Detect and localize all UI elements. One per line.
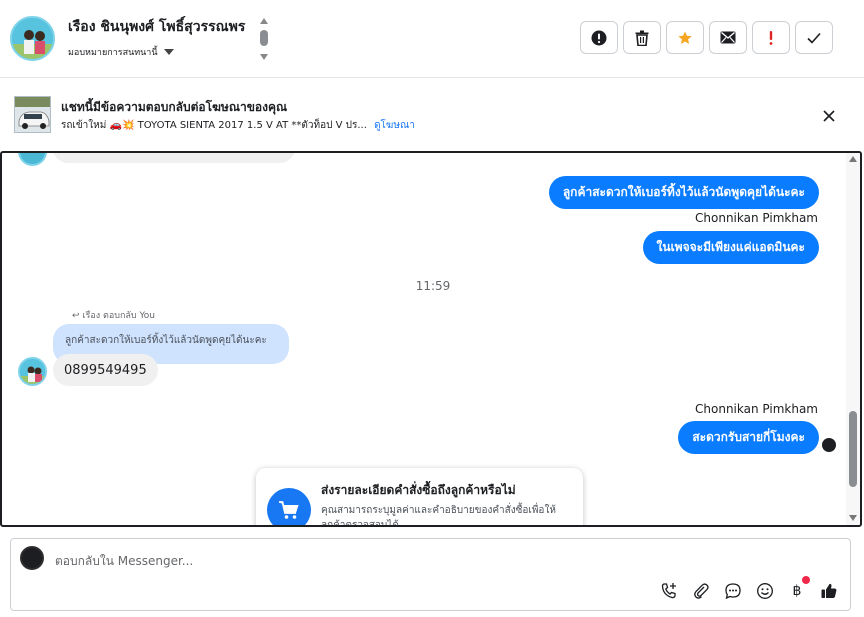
ad-banner-description: รถเข้าใหม่ 🚗💥 TOYOTA SIENTA 2017 1.5 V A… (61, 118, 415, 133)
reply-composer: ฿ (10, 538, 851, 611)
conversation-header: เรือง ชินนุพงศ์ โพธิ์สุวรรณพร มอบหมายการ… (0, 0, 864, 78)
caret-down-icon (163, 49, 174, 55)
payment-button[interactable]: ฿ (787, 576, 810, 601)
conversation-toolbar (580, 21, 833, 54)
previous-message-bubble (53, 153, 295, 163)
ad-description-text: รถเข้าใหม่ 🚗💥 TOYOTA SIENTA 2017 1.5 V A… (61, 120, 367, 131)
contact-avatar[interactable] (10, 16, 55, 61)
outgoing-message[interactable]: ลูกค้าสะดวกให้เบอร์ทิ้งไว้แล้วนัดพูดคุยไ… (548, 176, 819, 209)
trash-icon (635, 30, 649, 46)
page-avatar (20, 546, 44, 570)
outgoing-message[interactable]: ในเพจจะมีเพียงแค่แอดมินคะ (642, 231, 819, 264)
envelope-icon (720, 31, 736, 44)
add-call-button[interactable] (659, 581, 679, 601)
delete-button[interactable] (623, 21, 661, 54)
star-button[interactable] (666, 21, 704, 54)
scroll-thumb[interactable] (849, 411, 857, 487)
contact-avatar-small (18, 357, 47, 386)
scroll-down-icon[interactable] (260, 54, 268, 60)
paperclip-icon (694, 583, 709, 599)
exclamation-circle-icon (591, 30, 607, 45)
mark-done-button[interactable] (795, 21, 833, 54)
thread-scrollbar[interactable] (846, 153, 860, 525)
reply-indicator: ↩ เรือง ตอบกลับ You (72, 308, 155, 322)
seen-avatar-icon (822, 438, 836, 452)
close-icon (823, 110, 835, 122)
assign-label: มอบหมายการสนทนานี้ (68, 48, 158, 58)
thumbs-up-icon (821, 583, 837, 598)
order-suggestion-card[interactable]: ส่งรายละเอียดคำสั่งซื้อถึงลูกค้าหรือไม่ … (256, 468, 583, 527)
notification-dot (802, 576, 810, 584)
sender-name: Chonnikan Pimkham (695, 211, 818, 225)
star-icon (678, 30, 692, 44)
scroll-up-icon[interactable] (260, 18, 268, 24)
reply-indicator-text: เรือง ตอบกลับ You (82, 311, 156, 321)
assign-conversation-dropdown[interactable]: มอบหมายการสนทนานี้ (68, 45, 174, 59)
attach-file-button[interactable] (691, 581, 711, 601)
ad-thumbnail[interactable] (14, 96, 51, 133)
view-ad-link[interactable]: ดูโฆษณา (374, 120, 415, 131)
outgoing-message[interactable]: สะดวกรับสายกี่โมงคะ (678, 421, 819, 454)
shopping-cart-icon (267, 488, 311, 525)
incoming-message[interactable]: 0899549495 (53, 354, 158, 386)
reply-arrow-icon: ↩ (72, 311, 80, 321)
saved-replies-button[interactable] (723, 581, 743, 601)
contact-name: เรือง ชินนุพงศ์ โพธิ์สุวรรณพร (68, 19, 246, 35)
like-button[interactable] (819, 581, 839, 601)
follow-up-button[interactable] (752, 21, 790, 54)
checkmark-icon (807, 32, 821, 44)
header-scrollbar[interactable] (258, 18, 270, 62)
ad-reply-banner: แชทนี้มีข้อความตอบกลับต่อโฆษณาของคุณ รถเ… (0, 79, 864, 150)
suggestion-title: ส่งรายละเอียดคำสั่งซื้อถึงลูกค้าหรือไม่ (321, 483, 516, 497)
call-add-icon (661, 583, 676, 599)
scroll-down-icon[interactable] (849, 515, 857, 521)
message-thread[interactable]: ลูกค้าสะดวกให้เบอร์ทิ้งไว้แล้วนัดพูดคุยไ… (0, 151, 862, 527)
scroll-thumb[interactable] (260, 30, 268, 46)
sender-name: Chonnikan Pimkham (695, 402, 818, 416)
suggestion-body: คุณสามารถระบุมูลค่าและคำอธิบายของคำสั่งซ… (321, 505, 556, 527)
ad-banner-title: แชทนี้มีข้อความตอบกลับต่อโฆษณาของคุณ (61, 100, 288, 114)
spam-alert-button[interactable] (580, 21, 618, 54)
baht-icon: ฿ (792, 583, 802, 599)
close-banner-button[interactable] (820, 107, 838, 125)
contact-avatar-small (18, 153, 47, 166)
saved-reply-icon (725, 583, 741, 600)
scroll-up-icon[interactable] (849, 156, 857, 162)
emoji-button[interactable] (755, 581, 775, 601)
exclamation-icon (769, 30, 773, 45)
message-input[interactable] (55, 552, 655, 570)
emoji-icon (757, 583, 773, 599)
message-timestamp: 11:59 (415, 279, 451, 293)
mark-unread-button[interactable] (709, 21, 747, 54)
composer-toolbar: ฿ (659, 576, 839, 601)
